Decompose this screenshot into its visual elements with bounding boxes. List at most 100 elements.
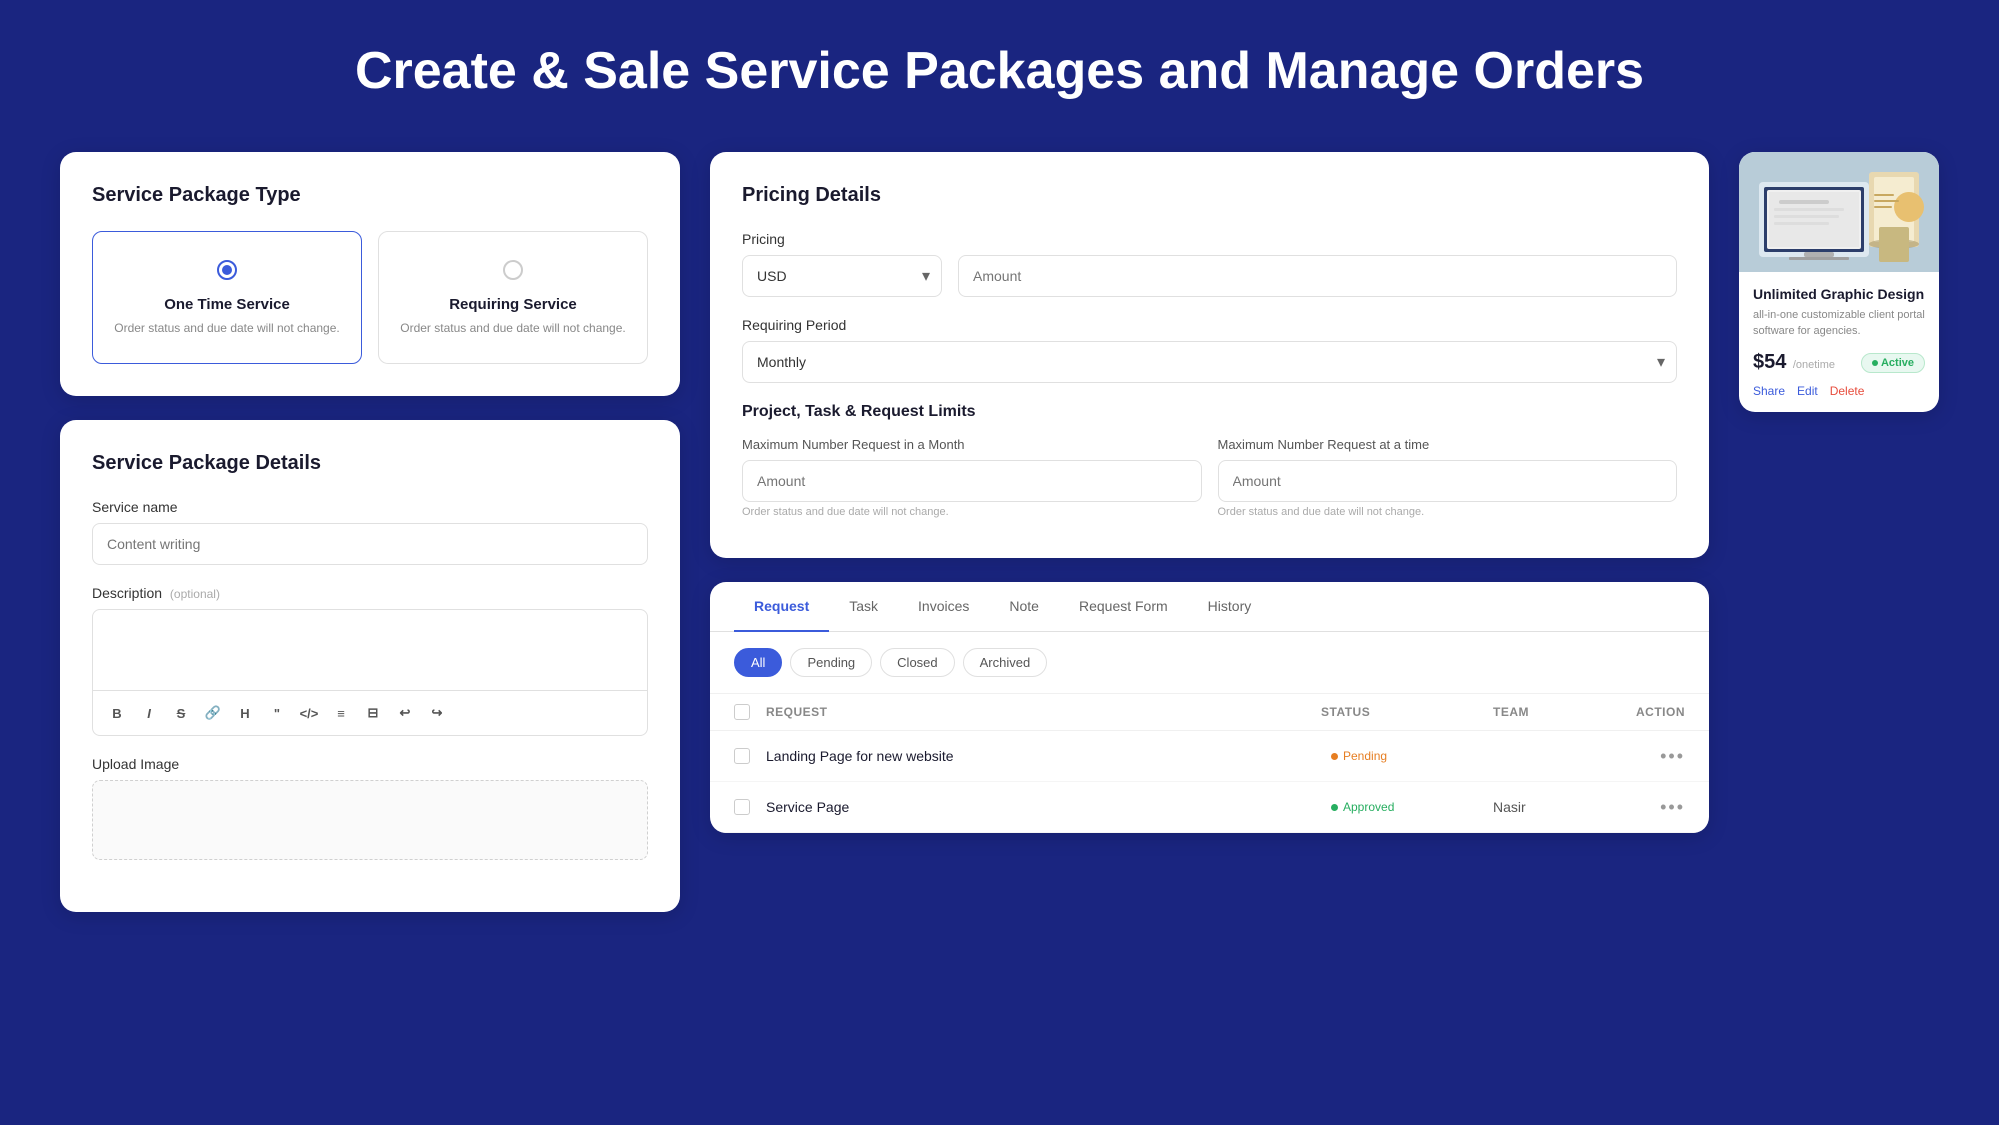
tab-task[interactable]: Task	[829, 582, 898, 632]
max-time-input[interactable]	[1218, 460, 1678, 502]
bold-button[interactable]: B	[103, 699, 131, 727]
limits-row: Maximum Number Request in a Month Order …	[742, 437, 1677, 518]
filter-closed[interactable]: Closed	[880, 648, 954, 677]
service-package-type-card: Service Package Type One Time Service Or…	[60, 152, 680, 396]
quote-button[interactable]: "	[263, 699, 291, 727]
filter-archived[interactable]: Archived	[963, 648, 1048, 677]
col-status: STATUS	[1321, 705, 1481, 719]
strike-button[interactable]: S	[167, 699, 195, 727]
tab-invoices[interactable]: Invoices	[898, 582, 989, 632]
filter-pending[interactable]: Pending	[790, 648, 872, 677]
description-label: Description (optional)	[92, 585, 648, 601]
currency-field: USD EUR GBP ▾	[742, 255, 942, 297]
type-option-one-time[interactable]: One Time Service Order status and due da…	[92, 231, 362, 364]
service-name-input[interactable]	[92, 523, 648, 565]
row-2-more-button[interactable]: •••	[1660, 797, 1685, 818]
row-2-status-badge: Approved	[1321, 796, 1404, 818]
row-1-status-dot	[1331, 753, 1338, 760]
list-button[interactable]: ≡	[327, 699, 355, 727]
max-month-label: Maximum Number Request in a Month	[742, 437, 1202, 452]
product-price: $54	[1753, 351, 1786, 373]
requiring-period-label: Requiring Period	[742, 317, 1677, 333]
select-all-checkbox[interactable]	[734, 704, 750, 720]
description-group: Description (optional) B I S 🔗 H " </>	[92, 585, 648, 736]
row-2-action: •••	[1625, 797, 1685, 818]
active-dot-icon	[1872, 360, 1878, 366]
row-2-team: Nasir	[1493, 799, 1613, 815]
description-editor[interactable]: B I S 🔗 H " </> ≡ ⊟ ↩ ↪	[92, 609, 648, 736]
max-time-hint: Order status and due date will not chang…	[1218, 506, 1678, 518]
upload-image-group: Upload Image	[92, 756, 648, 860]
radio-requiring	[503, 260, 523, 280]
col-team: TEAM	[1493, 705, 1613, 719]
ordered-list-button[interactable]: ⊟	[359, 699, 387, 727]
row-1-checkbox[interactable]	[734, 748, 754, 764]
upload-box[interactable]	[92, 780, 648, 860]
filter-all[interactable]: All	[734, 648, 782, 677]
type-label-one-time: One Time Service	[164, 296, 290, 313]
currency-select[interactable]: USD EUR GBP	[742, 255, 942, 297]
product-price-wrapper: $54 /onetime	[1753, 351, 1835, 374]
active-badge: Active	[1861, 353, 1925, 373]
radio-one-time	[217, 260, 237, 280]
row-2-checkbox[interactable]	[734, 799, 754, 815]
limits-title: Project, Task & Request Limits	[742, 403, 1677, 421]
pricing-details-card: Pricing Details Pricing USD EUR GBP ▾	[710, 152, 1709, 558]
service-package-details-card: Service Package Details Service name Des…	[60, 420, 680, 912]
share-button[interactable]: Share	[1753, 384, 1785, 398]
service-package-type-title: Service Package Type	[92, 184, 648, 207]
delete-button[interactable]: Delete	[1830, 384, 1865, 398]
max-month-input[interactable]	[742, 460, 1202, 502]
max-month-hint: Order status and due date will not chang…	[742, 506, 1202, 518]
table-header: REQUEST STATUS TEAM ACTION	[710, 694, 1709, 731]
tab-note[interactable]: Note	[989, 582, 1059, 632]
row-2-status: Approved	[1321, 796, 1481, 818]
link-button[interactable]: 🔗	[199, 699, 227, 727]
amount-input-1[interactable]	[958, 255, 1677, 297]
row-2-name: Service Page	[766, 799, 1309, 815]
tab-history[interactable]: History	[1188, 582, 1272, 632]
currency-select-wrapper: USD EUR GBP ▾	[742, 255, 942, 297]
max-month-field: Maximum Number Request in a Month Order …	[742, 437, 1202, 518]
orders-card: Request Task Invoices Note Request Form …	[710, 582, 1709, 833]
main-content: Service Package Type One Time Service Or…	[60, 152, 1939, 912]
product-image-svg	[1739, 152, 1939, 272]
type-desc-requiring: Order status and due date will not chang…	[400, 321, 625, 335]
row-1-more-button[interactable]: •••	[1660, 746, 1685, 767]
undo-button[interactable]: ↩	[391, 699, 419, 727]
product-price-row: $54 /onetime Active	[1753, 351, 1925, 374]
tab-request-form[interactable]: Request Form	[1059, 582, 1188, 632]
heading-button[interactable]: H	[231, 699, 259, 727]
left-column: Service Package Type One Time Service Or…	[60, 152, 680, 912]
pricing-row: USD EUR GBP ▾	[742, 255, 1677, 297]
page-title: Create & Sale Service Packages and Manag…	[60, 40, 1939, 102]
tab-request[interactable]: Request	[734, 582, 829, 632]
pricing-details-title: Pricing Details	[742, 184, 1677, 207]
col-action: ACTION	[1625, 705, 1685, 719]
tabs-nav: Request Task Invoices Note Request Form …	[710, 582, 1709, 632]
right-column: Pricing Details Pricing USD EUR GBP ▾	[710, 152, 1709, 833]
product-actions: Share Edit Delete	[1753, 384, 1925, 398]
period-select[interactable]: Monthly Weekly Yearly	[742, 341, 1677, 383]
edit-button[interactable]: Edit	[1797, 384, 1818, 398]
type-label-requiring: Requiring Service	[449, 296, 577, 313]
filter-row: All Pending Closed Archived	[710, 632, 1709, 694]
type-option-requiring[interactable]: Requiring Service Order status and due d…	[378, 231, 648, 364]
row-1-action: •••	[1625, 746, 1685, 767]
row-1-status: Pending	[1321, 745, 1481, 767]
service-name-label: Service name	[92, 499, 648, 515]
service-name-group: Service name	[92, 499, 648, 565]
table-row: Service Page Approved Nasir •••	[710, 782, 1709, 833]
upload-image-label: Upload Image	[92, 756, 648, 772]
amount-field-1	[958, 255, 1677, 297]
editor-content[interactable]	[93, 610, 647, 690]
code-button[interactable]: </>	[295, 699, 323, 727]
product-card: Unlimited Graphic Design all-in-one cust…	[1739, 152, 1939, 412]
table-row: Landing Page for new website Pending •••	[710, 731, 1709, 782]
row-2-status-dot	[1331, 804, 1338, 811]
italic-button[interactable]: I	[135, 699, 163, 727]
pricing-label: Pricing	[742, 231, 1677, 247]
redo-button[interactable]: ↪	[423, 699, 451, 727]
col-request: REQUEST	[766, 705, 1309, 719]
header-checkbox	[734, 704, 754, 720]
